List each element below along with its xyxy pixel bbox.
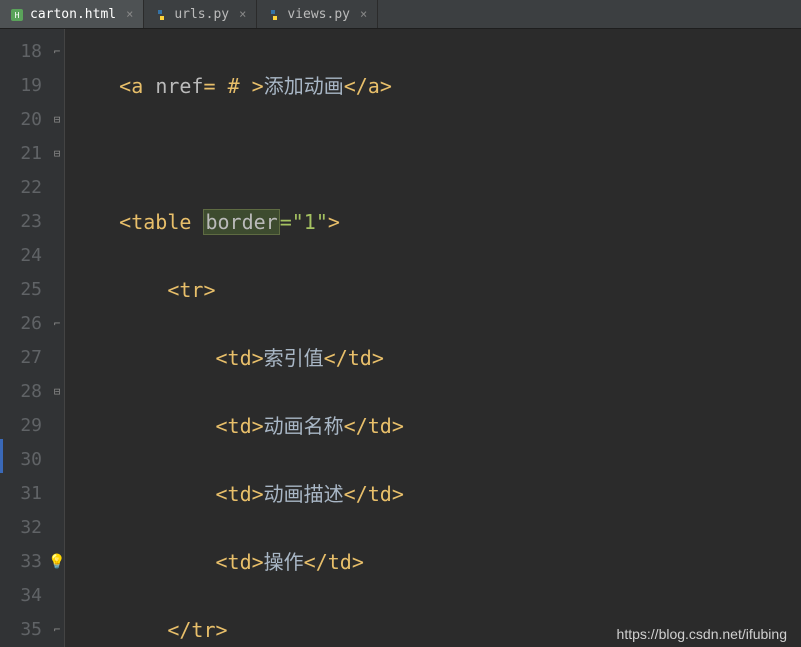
line-number: 28 xyxy=(0,375,42,409)
close-icon[interactable]: × xyxy=(239,7,246,21)
html-file-icon: H xyxy=(10,7,24,21)
fold-open-icon[interactable]: ⊟ xyxy=(50,103,64,137)
code-line: </tr> xyxy=(71,613,541,647)
python-file-icon xyxy=(267,7,281,21)
code-line xyxy=(71,137,541,171)
gutter-line-numbers: 18 19 20 21 22 23 24 25 26 27 28 29 30 3… xyxy=(0,29,50,647)
line-number: 20 xyxy=(0,103,42,137)
line-number: 19 xyxy=(0,69,42,103)
fold-close-icon[interactable]: 💡 xyxy=(50,545,64,579)
close-icon[interactable]: × xyxy=(360,7,367,21)
code-line: <td>索引值</td> xyxy=(71,341,541,375)
line-number: 18 xyxy=(0,35,42,69)
line-number: 30 xyxy=(0,443,42,477)
code-line: <table border="1"> xyxy=(71,205,541,239)
lightbulb-icon[interactable]: 💡 xyxy=(48,545,65,579)
tab-label: carton.html xyxy=(30,7,116,22)
line-number: 34 xyxy=(0,579,42,613)
caret-line-marker xyxy=(0,439,3,473)
code-line: <td>动画描述</td> xyxy=(71,477,541,511)
code-line: <td>动画名称</td> xyxy=(71,409,541,443)
python-file-icon xyxy=(154,7,168,21)
line-number: 22 xyxy=(0,171,42,205)
tab-views-py[interactable]: views.py × xyxy=(257,0,378,28)
line-number: 35 xyxy=(0,613,42,647)
tab-label: views.py xyxy=(287,7,350,22)
fold-close-icon[interactable]: ⌐ xyxy=(50,307,64,341)
code-line: <a nref= # >添加动画</a> xyxy=(71,69,541,103)
line-number: 23 xyxy=(0,205,42,239)
fold-open-icon[interactable]: ⊟ xyxy=(50,137,64,171)
code-editor[interactable]: 18 19 20 21 22 23 24 25 26 27 28 29 30 3… xyxy=(0,29,801,647)
code-line: <td>操作</td> xyxy=(71,545,541,579)
svg-text:H: H xyxy=(15,11,20,20)
fold-gutter: ⌐ ⊟ ⊟ ⌐ ⊟ 💡 ⌐ xyxy=(50,29,65,647)
fold-close-icon[interactable]: ⌐ xyxy=(50,613,64,647)
line-number: 21 xyxy=(0,137,42,171)
close-icon[interactable]: × xyxy=(126,7,133,21)
fold-open-icon[interactable]: ⊟ xyxy=(50,375,64,409)
line-number: 27 xyxy=(0,341,42,375)
watermark-text: https://blog.csdn.net/ifubing xyxy=(617,626,787,642)
tab-carton-html[interactable]: H carton.html × xyxy=(0,0,144,28)
line-number: 33 xyxy=(0,545,42,579)
editor-tabs: H carton.html × urls.py × views.py × xyxy=(0,0,801,29)
tab-urls-py[interactable]: urls.py × xyxy=(144,0,257,28)
code-line: <tr> xyxy=(71,273,541,307)
fold-close-icon[interactable]: ⌐ xyxy=(50,35,64,69)
code-area[interactable]: <a nref= # >添加动画</a> <table border="1"> … xyxy=(65,29,541,647)
line-number: 25 xyxy=(0,273,42,307)
line-number: 26 xyxy=(0,307,42,341)
gutter-wrap: 18 19 20 21 22 23 24 25 26 27 28 29 30 3… xyxy=(0,29,65,647)
line-number: 31 xyxy=(0,477,42,511)
tab-label: urls.py xyxy=(174,7,229,22)
line-number: 29 xyxy=(0,409,42,443)
line-number: 24 xyxy=(0,239,42,273)
line-number: 32 xyxy=(0,511,42,545)
